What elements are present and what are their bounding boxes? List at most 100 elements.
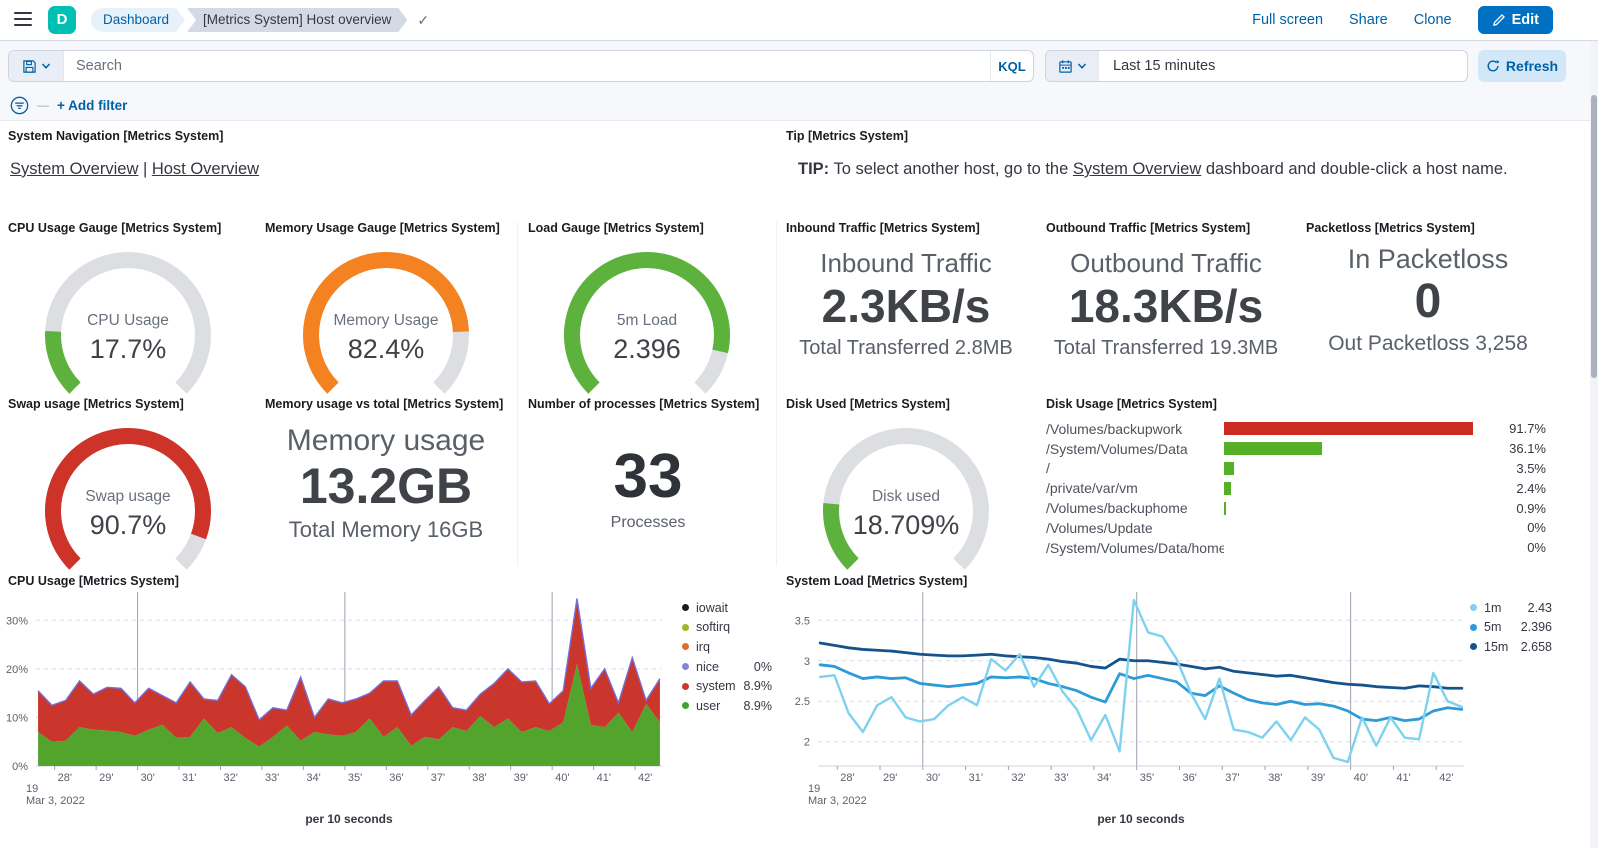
panel-divider — [517, 222, 518, 566]
svg-text:40': 40' — [1354, 772, 1368, 784]
legend-item-softirq[interactable]: softirq — [682, 618, 772, 638]
share-link[interactable]: Share — [1349, 12, 1388, 28]
host-overview-link[interactable]: Host Overview — [152, 160, 259, 178]
cpu-usage-gauge: CPU Usage 17.7% — [28, 240, 228, 398]
panel-title-memory-vs-total: Memory usage vs total [Metrics System] — [265, 397, 503, 411]
svg-text:32': 32' — [223, 772, 237, 784]
legend-item-iowait[interactable]: iowait — [682, 598, 772, 618]
legend-item-15m[interactable]: 15m2.658 — [1470, 637, 1552, 657]
legend-dot-icon — [682, 683, 689, 690]
save-icon — [22, 59, 37, 74]
disk-usage-row: /private/var/vm2.4% — [1046, 478, 1546, 498]
memory-gauge-value: 82.4% — [286, 334, 486, 365]
disk-usage-bar[interactable] — [1224, 502, 1226, 515]
svg-text:Mar 3, 2022: Mar 3, 2022 — [808, 795, 867, 807]
legend-item-5m[interactable]: 5m 2.396 — [1470, 618, 1552, 638]
svg-text:36': 36' — [389, 772, 403, 784]
menu-icon[interactable] — [14, 12, 32, 26]
time-picker: Last 15 minutes — [1045, 50, 1468, 82]
outbound-value: 18.3KB/s — [1036, 280, 1296, 332]
legend-item-1m[interactable]: 1m2.43 — [1470, 598, 1552, 618]
tip-system-overview-link[interactable]: System Overview — [1073, 160, 1201, 178]
disk-path-label: /System/Volumes/Data — [1046, 441, 1224, 457]
svg-text:40': 40' — [555, 772, 569, 784]
legend-label: nice — [696, 660, 719, 674]
panel-title-memory-gauge: Memory Usage Gauge [Metrics System] — [265, 221, 500, 235]
filter-row: — + Add filter — [10, 94, 127, 116]
svg-text:3.5: 3.5 — [795, 615, 810, 627]
memory-usage-gauge: Memory Usage 82.4% — [286, 240, 486, 398]
load-gauge-label: 5m Load — [547, 312, 747, 330]
disk-usage-bar[interactable] — [1224, 442, 1322, 455]
load-gauge-value: 2.396 — [547, 334, 747, 365]
system-overview-link[interactable]: System Overview — [10, 160, 138, 178]
disk-usage-row: /System/Volumes/Data/home0% — [1046, 538, 1546, 558]
breadcrumb-page-title[interactable]: [Metrics System] Host overview — [187, 8, 407, 32]
disk-usage-bar[interactable] — [1224, 422, 1473, 435]
svg-text:30': 30' — [926, 772, 940, 784]
deployment-avatar[interactable]: D — [48, 6, 76, 34]
legend-label: user — [696, 699, 720, 713]
top-navigation-bar: D Dashboard [Metrics System] Host overvi… — [0, 0, 1598, 41]
edit-button[interactable]: Edit — [1478, 6, 1553, 34]
search-input[interactable] — [64, 51, 990, 81]
legend-dot-icon — [1470, 624, 1477, 631]
panel-title-packetloss: Packetloss [Metrics System] — [1306, 221, 1475, 235]
swap-gauge-label: Swap usage — [28, 488, 228, 506]
query-bar-area: KQL Last 15 minutes Refresh — + Add filt… — [0, 41, 1598, 121]
legend-label: irq — [696, 640, 710, 654]
legend-item-user[interactable]: user8.9% — [682, 696, 772, 716]
svg-text:29': 29' — [883, 772, 897, 784]
saved-check-icon: ✓ — [417, 12, 429, 29]
svg-text:2: 2 — [804, 737, 810, 749]
saved-query-button[interactable] — [9, 51, 64, 81]
full-screen-link[interactable]: Full screen — [1252, 12, 1323, 28]
disk-used-gauge-label: Disk used — [806, 488, 1006, 506]
panel-title-processes: Number of processes [Metrics System] — [528, 397, 759, 411]
disk-usage-bar[interactable] — [1224, 482, 1231, 495]
add-filter-button[interactable]: + Add filter — [57, 98, 127, 113]
kql-badge[interactable]: KQL — [990, 51, 1033, 81]
clone-link[interactable]: Clone — [1414, 12, 1452, 28]
calendar-button[interactable] — [1046, 51, 1099, 81]
legend-value: 0% — [754, 660, 772, 674]
inbound-label: Inbound Traffic — [776, 246, 1036, 280]
legend-value: 2.396 — [1521, 620, 1552, 634]
disk-usage-bar-track — [1224, 541, 1496, 554]
svg-text:35': 35' — [348, 772, 362, 784]
legend-dot-icon — [682, 702, 689, 709]
legend-item-system[interactable]: system8.9% — [682, 676, 772, 696]
legend-dot-icon — [1470, 643, 1477, 650]
svg-text:29': 29' — [99, 772, 113, 784]
disk-usage-bar[interactable] — [1224, 462, 1234, 475]
disk-pct-value: 0% — [1498, 520, 1546, 535]
legend-label: 5m — [1484, 620, 1501, 634]
disk-usage-row: /Volumes/backuphome0.9% — [1046, 498, 1546, 518]
legend-item-nice[interactable]: nice 0% — [682, 657, 772, 677]
outbound-sub: Total Transferred 19.3MB — [1036, 332, 1296, 364]
scrollbar-thumb[interactable] — [1591, 95, 1597, 378]
panel-title-tip: Tip [Metrics System] — [786, 129, 908, 143]
cpu-usage-chart[interactable]: 0%10%20%30%28'29'30'31'32'33'34'35'36'37… — [0, 588, 776, 816]
svg-text:42': 42' — [638, 772, 652, 784]
system-navigation-links: System Overview | Host Overview — [10, 160, 259, 179]
svg-text:28': 28' — [840, 772, 854, 784]
breadcrumb-dashboard[interactable]: Dashboard — [91, 8, 185, 32]
packetloss-label: In Packetloss — [1300, 242, 1556, 276]
legend-item-irq[interactable]: irq — [682, 637, 772, 657]
filter-icon[interactable] — [10, 96, 29, 115]
svg-text:19: 19 — [26, 783, 38, 795]
disk-path-label: /Volumes/Update — [1046, 520, 1224, 536]
disk-usage-bar-track — [1224, 442, 1496, 455]
legend-label: 15m — [1484, 640, 1508, 654]
svg-text:34': 34' — [1097, 772, 1111, 784]
svg-text:31': 31' — [182, 772, 196, 784]
time-range-value[interactable]: Last 15 minutes — [1099, 51, 1215, 81]
disk-path-label: /private/var/vm — [1046, 480, 1224, 496]
disk-usage-row: /System/Volumes/Data36.1% — [1046, 439, 1546, 459]
load-chart-legend: 1m2.43 5m 2.396 15m2.658 — [1470, 598, 1552, 657]
disk-used-gauge-value: 18.709% — [806, 510, 1006, 541]
refresh-button[interactable]: Refresh — [1478, 50, 1566, 82]
panel-title-disk-used: Disk Used [Metrics System] — [786, 397, 950, 411]
calendar-icon — [1058, 59, 1073, 74]
